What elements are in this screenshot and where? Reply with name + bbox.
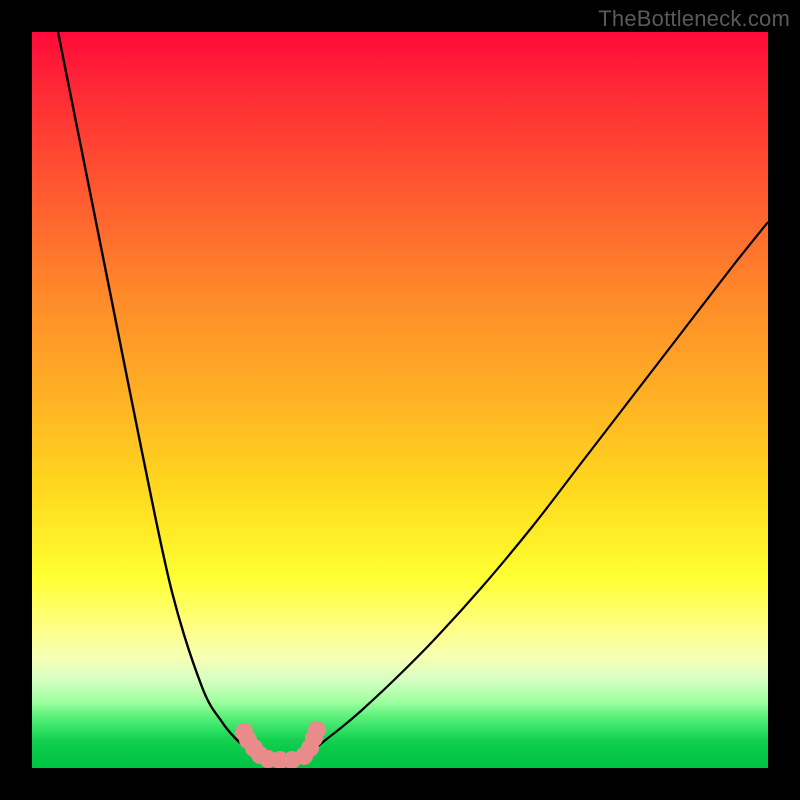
- chart-svg: [32, 32, 768, 768]
- marker-dot: [308, 721, 326, 739]
- curve-right-branch: [300, 222, 768, 760]
- plot-area: [32, 32, 768, 768]
- curve-left-branch: [58, 32, 254, 758]
- attribution-text: TheBottleneck.com: [598, 6, 790, 32]
- outer-frame: TheBottleneck.com: [0, 0, 800, 800]
- marker-cluster: [235, 721, 326, 768]
